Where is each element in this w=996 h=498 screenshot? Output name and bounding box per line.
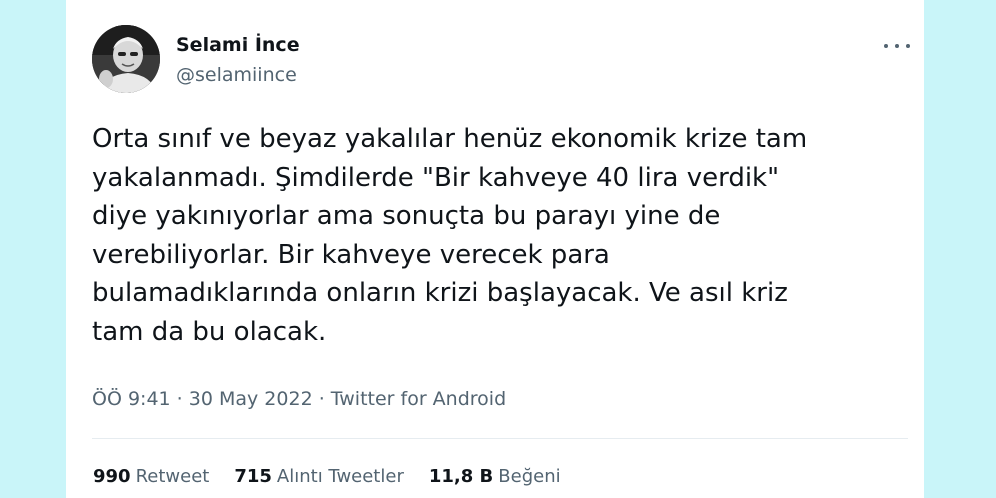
like-count-value: 11,8 B [428, 466, 494, 487]
quote-count-value: 715 [234, 466, 272, 487]
tweet-meta: ÖÖ 9:41 · 30 May 2022 · Twitter for Andr… [92, 388, 506, 410]
quote-count[interactable]: 715 Alıntı Tweetler [234, 466, 404, 487]
more-horizontal-icon[interactable] [884, 36, 910, 56]
retweet-count-value: 990 [93, 466, 131, 487]
meta-separator: · [176, 388, 189, 410]
retweet-count[interactable]: 990 Retweet [93, 466, 209, 487]
tweet-text: Orta sınıf ve beyaz yakalılar henüz ekon… [92, 124, 808, 347]
author-name[interactable]: Selami İnce [176, 34, 300, 56]
avatar[interactable] [92, 25, 160, 93]
retweet-count-label: Retweet [135, 466, 210, 487]
tweet-card: Selami İnce @selamiince Orta sınıf ve be… [66, 0, 924, 498]
meta-separator: · [318, 388, 331, 410]
tweet-source[interactable]: Twitter for Android [331, 388, 506, 410]
quote-count-label: Alıntı Tweetler [276, 466, 404, 487]
more-dot [895, 44, 899, 48]
avatar-photo [92, 25, 160, 93]
author-handle[interactable]: @selamiince [176, 64, 297, 86]
more-dot [884, 44, 888, 48]
divider [92, 438, 908, 439]
tweet-date[interactable]: 30 May 2022 [189, 388, 313, 410]
tweet-stats: 990 Retweet 715 Alıntı Tweetler 11,8 B Beğe… [93, 466, 586, 487]
tweet-time[interactable]: ÖÖ 9:41 [92, 388, 171, 410]
more-dot [906, 44, 910, 48]
like-count-label: Beğeni [498, 466, 561, 487]
like-count[interactable]: 11,8 B Beğeni [429, 466, 561, 487]
